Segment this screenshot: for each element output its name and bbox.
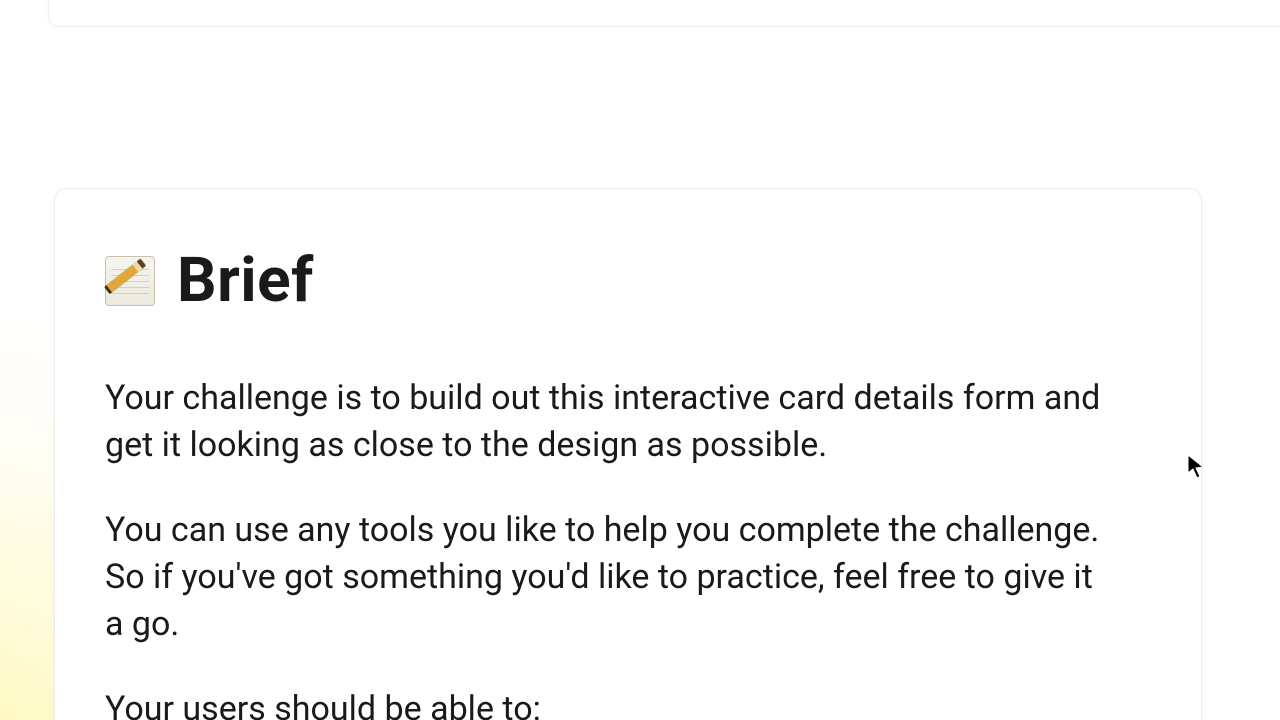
brief-paragraph: You can use any tools you like to help y… bbox=[105, 507, 1115, 648]
brief-card: Brief Your challenge is to build out thi… bbox=[54, 188, 1202, 720]
brief-body: Your challenge is to build out this inte… bbox=[105, 375, 1151, 720]
page-viewport: Brief Your challenge is to build out thi… bbox=[0, 0, 1280, 720]
previous-card-bottom-edge bbox=[48, 0, 1280, 27]
brief-paragraph: Your users should be able to: bbox=[105, 686, 1115, 720]
brief-heading: Brief bbox=[105, 244, 1151, 317]
brief-title: Brief bbox=[177, 244, 314, 317]
brief-paragraph: Your challenge is to build out this inte… bbox=[105, 375, 1115, 469]
notepad-pencil-icon bbox=[105, 256, 155, 306]
